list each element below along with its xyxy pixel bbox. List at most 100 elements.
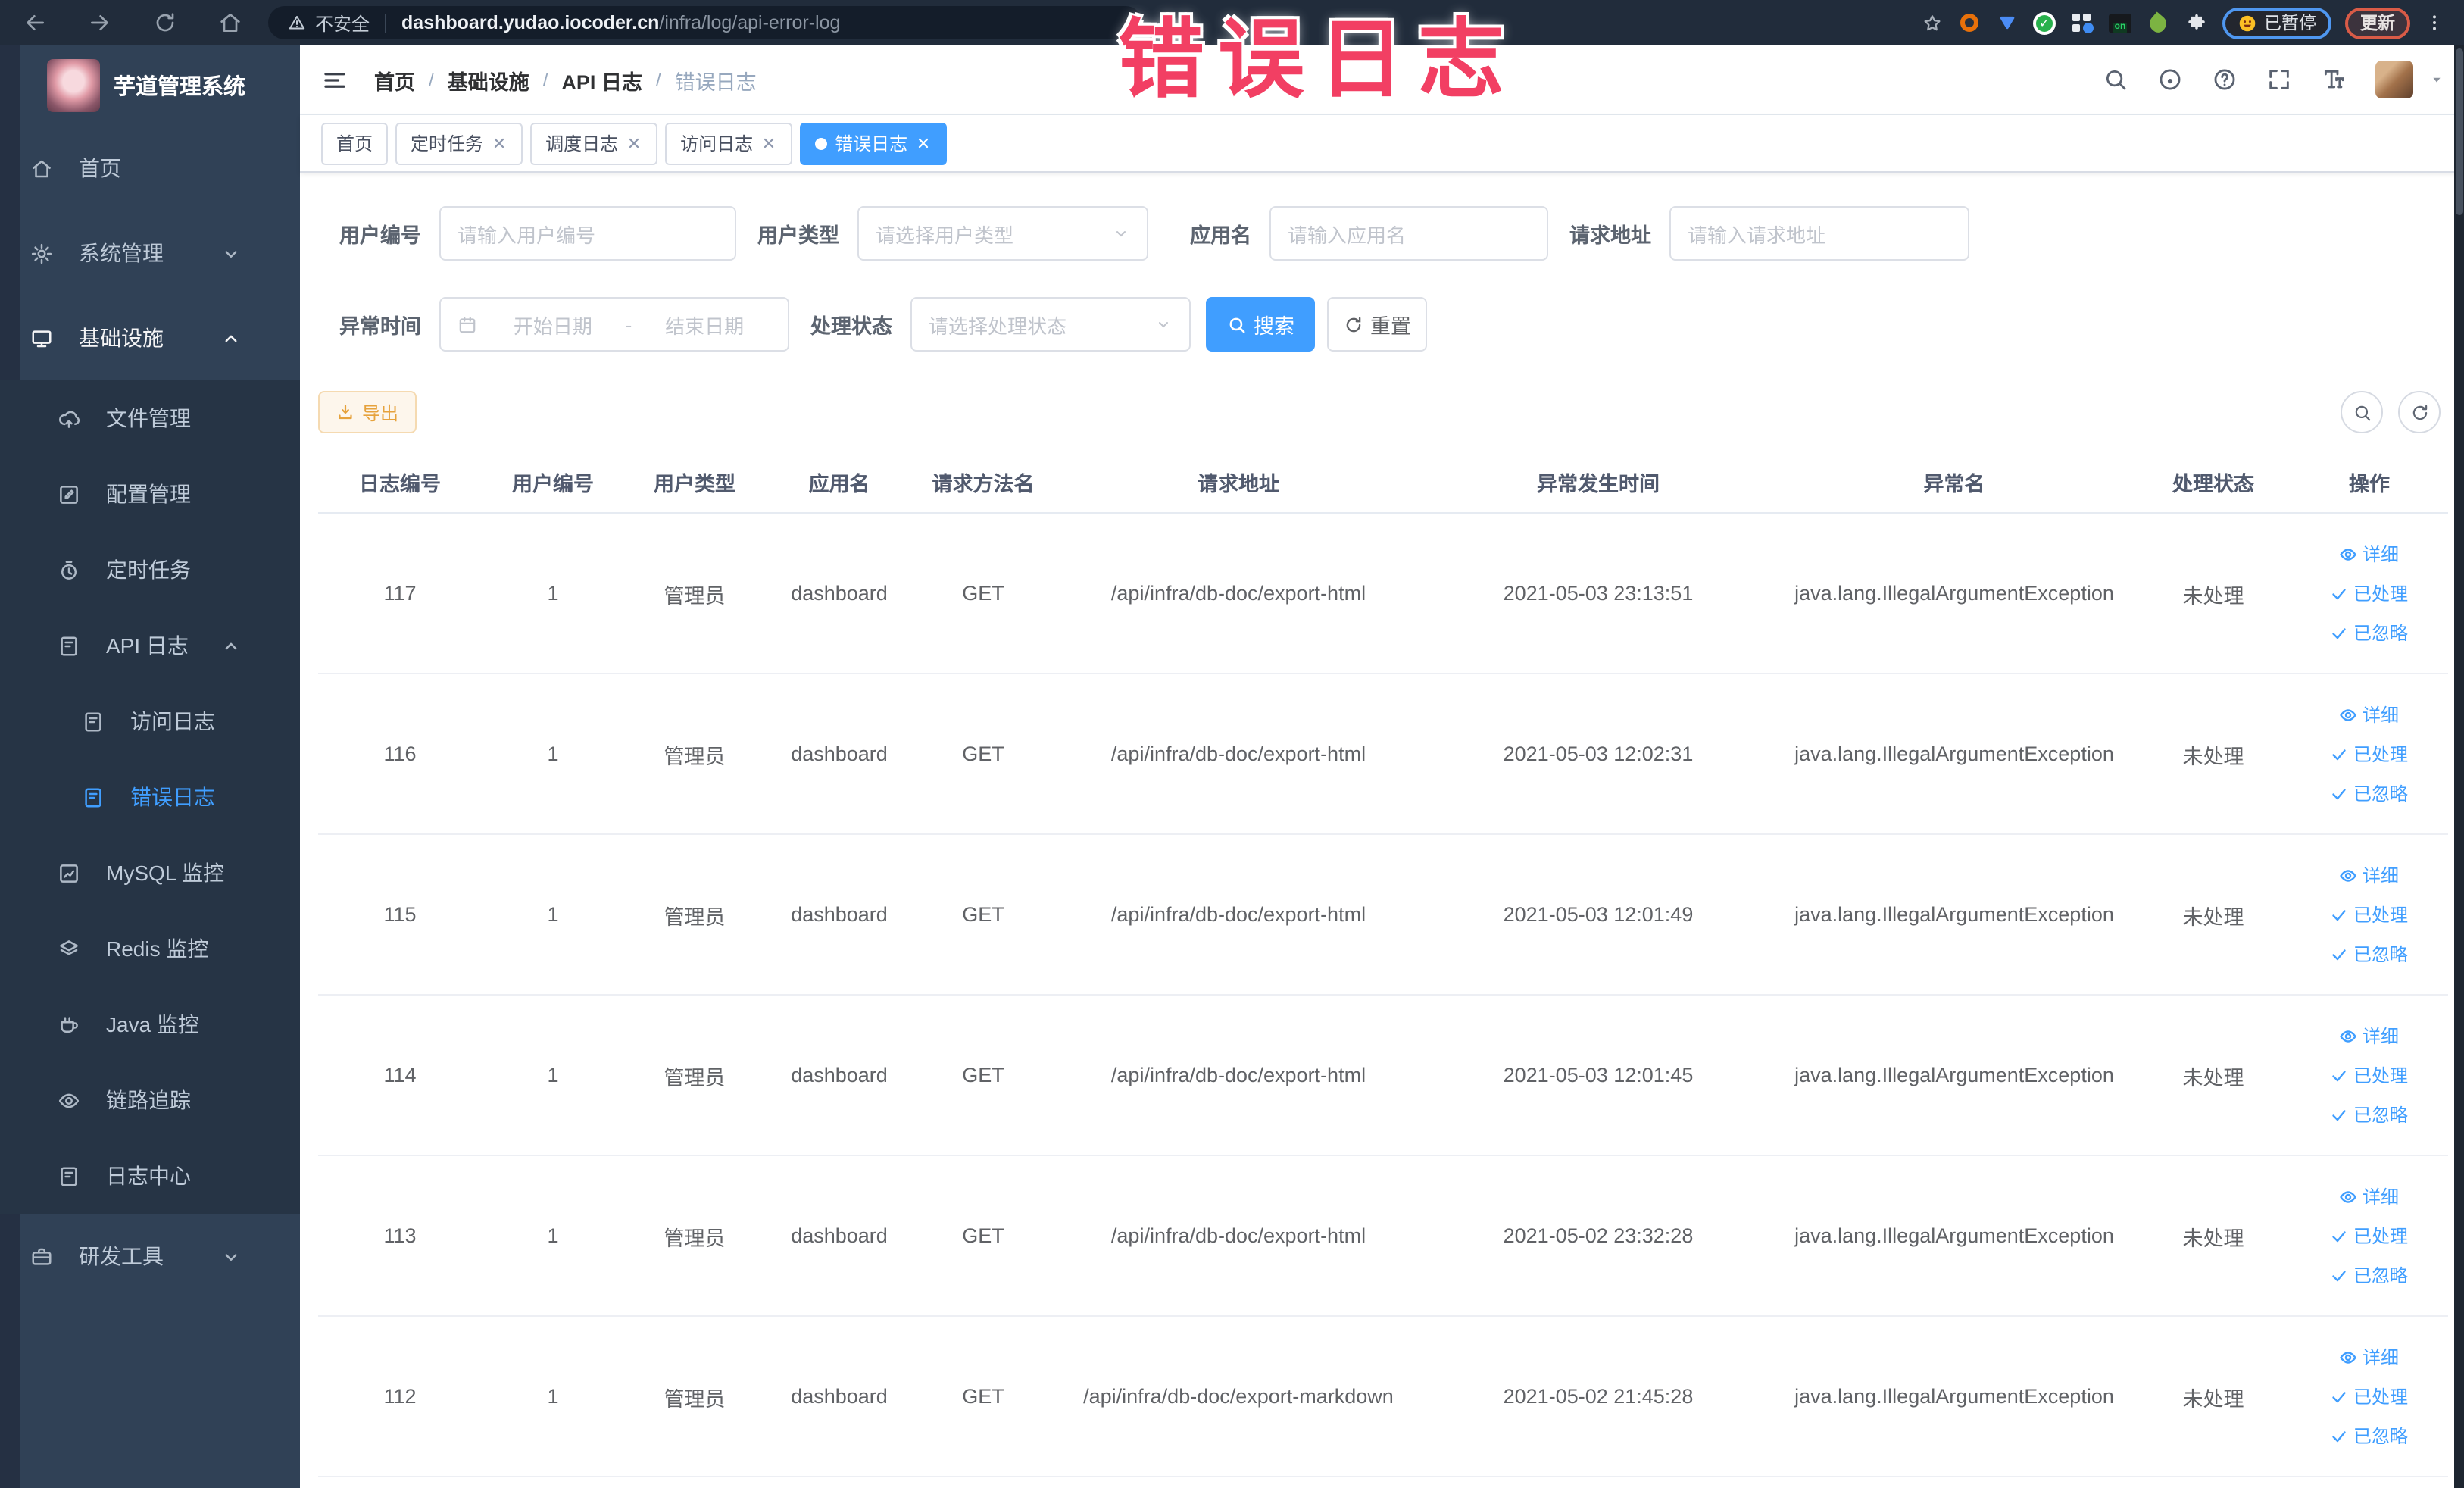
check-icon	[2331, 945, 2349, 963]
sidebar-item-error-log[interactable]: 错误日志	[0, 759, 300, 835]
detail-link[interactable]: 详细	[2291, 1177, 2448, 1216]
search-button[interactable]: 搜索	[1206, 297, 1315, 352]
sidebar-item-scheduled-tasks[interactable]: 定时任务	[0, 532, 300, 608]
check-icon	[2331, 905, 2349, 924]
process-status-select[interactable]: 请选择处理状态	[910, 297, 1191, 352]
browser-forward-icon[interactable]	[88, 11, 112, 35]
processed-link[interactable]: 已处理	[2291, 1377, 2448, 1416]
browser-back-icon[interactable]	[23, 11, 47, 35]
sidebar-item-mysql-monitor[interactable]: MySQL 监控	[0, 835, 300, 911]
sidebar-item-access-log[interactable]: 访问日志	[0, 683, 300, 759]
cell-user-type: 管理员	[624, 995, 765, 1156]
extension-on-badge-icon[interactable]: on	[2108, 11, 2132, 35]
page-scrollbar[interactable]	[2454, 45, 2464, 1488]
detail-link[interactable]: 详细	[2291, 1337, 2448, 1377]
browser-menu-icon[interactable]	[2424, 12, 2445, 33]
detail-link[interactable]: 详细	[2291, 855, 2448, 895]
processed-link[interactable]: 已处理	[2291, 1216, 2448, 1255]
processed-link[interactable]: 已处理	[2291, 734, 2448, 774]
tab-schedule-log[interactable]: 调度日志	[530, 122, 658, 164]
extension-grid-drop-icon[interactable]	[2070, 11, 2094, 35]
detail-link[interactable]: 详细	[2291, 1016, 2448, 1055]
address-bar[interactable]: 不安全 dashboard.yudao.iocoder.cn/infra/log…	[268, 6, 1142, 39]
sidebar-toggle-icon[interactable]	[321, 66, 348, 93]
reset-button[interactable]: 重置	[1327, 297, 1427, 352]
close-icon[interactable]	[915, 135, 932, 152]
brand[interactable]: 芋道管理系统	[0, 45, 300, 126]
user-avatar[interactable]	[2375, 61, 2413, 98]
sidebar-item-log-center[interactable]: 日志中心	[0, 1138, 300, 1214]
cell-method: GET	[913, 995, 1053, 1156]
active-dot	[815, 137, 828, 149]
browser-reload-icon[interactable]	[153, 11, 177, 35]
tab-home[interactable]: 首页	[321, 122, 389, 164]
avatar-caret-down-icon[interactable]	[2428, 71, 2445, 88]
scrollbar-thumb[interactable]	[2456, 48, 2463, 215]
user-type-select[interactable]: 请选择用户类型	[857, 206, 1148, 261]
url-host[interactable]: dashboard.yudao.iocoder.cn	[401, 12, 659, 33]
cell-app: dashboard	[765, 1155, 913, 1317]
sidebar-item-infrastructure[interactable]: 基础设施	[0, 295, 300, 380]
ignored-link[interactable]: 已忽略	[2291, 934, 2448, 974]
profile-paused-badge[interactable]: 已暂停	[2222, 7, 2331, 39]
sidebar-item-dev-tools[interactable]: 研发工具	[0, 1214, 300, 1299]
breadcrumb-item[interactable]: 基础设施	[448, 64, 529, 95]
close-icon[interactable]	[626, 135, 642, 152]
sidebar-item-config-management[interactable]: 配置管理	[0, 456, 300, 532]
extension-green-check-icon[interactable]: ✓	[2032, 11, 2056, 35]
extension-leaf-icon[interactable]	[2146, 11, 2170, 35]
search-icon[interactable]	[2103, 67, 2128, 92]
processed-link[interactable]: 已处理	[2291, 574, 2448, 613]
url-path[interactable]: /infra/log/api-error-log	[659, 12, 840, 33]
tab-scheduled-tasks[interactable]: 定时任务	[395, 122, 523, 164]
breadcrumb-item[interactable]: 首页	[374, 64, 415, 95]
detail-link[interactable]: 详细	[2291, 695, 2448, 734]
detail-link[interactable]: 详细	[2291, 534, 2448, 574]
cell-exception: java.lang.IllegalArgumentException	[1772, 1316, 2136, 1477]
font-size-icon[interactable]	[2321, 67, 2347, 92]
ignored-link[interactable]: 已忽略	[2291, 1095, 2448, 1134]
user-id-input[interactable]: 请输入用户编号	[439, 206, 736, 261]
sidebar-item-redis-monitor[interactable]: Redis 监控	[0, 911, 300, 986]
tab-access-log[interactable]: 访问日志	[665, 122, 793, 164]
sidebar-item-file-management[interactable]: 文件管理	[0, 380, 300, 456]
sidebar-item-api-log[interactable]: API 日志	[0, 608, 300, 683]
extensions-puzzle-icon[interactable]	[2184, 11, 2208, 35]
security-label[interactable]: 不安全	[315, 10, 370, 36]
bookmark-star-icon[interactable]	[1920, 11, 1943, 34]
sidebar-item-trace[interactable]: 链路追踪	[0, 1062, 300, 1138]
app-name-input[interactable]: 请输入应用名	[1269, 206, 1548, 261]
tags-view-bar: 首页 定时任务 调度日志 访问日志 错误日志	[300, 115, 2464, 173]
exception-time-range-picker[interactable]: 开始日期 - 结束日期	[439, 297, 789, 352]
close-icon[interactable]	[760, 135, 777, 152]
sidebar-item-java-monitor[interactable]: Java 监控	[0, 986, 300, 1062]
fullscreen-icon[interactable]	[2266, 67, 2292, 92]
close-icon[interactable]	[491, 135, 507, 152]
github-icon[interactable]	[2157, 67, 2183, 92]
sidebar-item-home[interactable]: 首页	[0, 126, 300, 211]
brand-logo	[47, 59, 100, 112]
help-icon[interactable]	[2212, 67, 2238, 92]
check-icon	[2331, 1427, 2349, 1445]
sidebar-menu: 首页 系统管理 基础设施 文件管理 配置管理 定时任务 API 日志 访问日志 错误日志 MySQ…	[0, 126, 300, 1299]
refresh-button[interactable]	[2398, 391, 2441, 433]
export-button[interactable]: 导出	[318, 391, 417, 433]
browser-home-icon[interactable]	[218, 11, 242, 35]
ignored-link[interactable]: 已忽略	[2291, 1416, 2448, 1455]
hide-search-button[interactable]	[2341, 391, 2383, 433]
processed-link[interactable]: 已处理	[2291, 895, 2448, 934]
browser-update-button[interactable]: 更新	[2345, 7, 2410, 39]
sidebar-item-label: MySQL 监控	[106, 861, 225, 885]
sidebar-item-system-management[interactable]: 系统管理	[0, 211, 300, 295]
breadcrumb-item[interactable]: API 日志	[561, 64, 642, 95]
ignored-link[interactable]: 已忽略	[2291, 774, 2448, 813]
processed-link[interactable]: 已处理	[2291, 1055, 2448, 1095]
start-date-placeholder: 开始日期	[513, 314, 592, 337]
ignored-link[interactable]: 已忽略	[2291, 613, 2448, 652]
cloud-upload-icon	[58, 407, 80, 430]
tab-error-log[interactable]: 错误日志	[800, 122, 948, 164]
extension-blue-drop-icon[interactable]	[1994, 11, 2019, 35]
extension-orange-ring-icon[interactable]	[1957, 11, 1981, 35]
ignored-link[interactable]: 已忽略	[2291, 1255, 2448, 1295]
request-url-input[interactable]: 请输入请求地址	[1669, 206, 1969, 261]
